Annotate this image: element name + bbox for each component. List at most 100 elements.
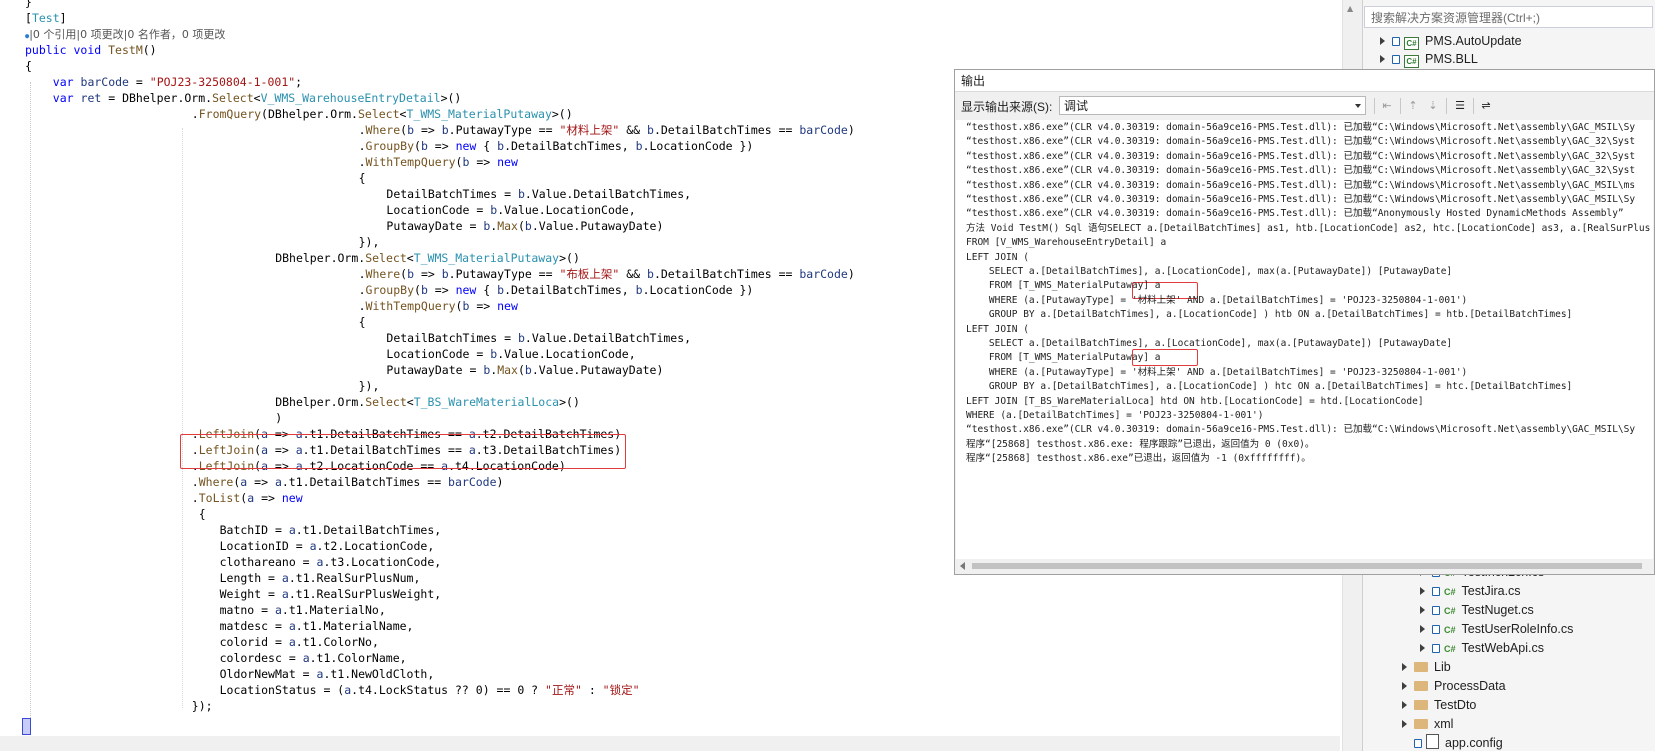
- code-line: colordesc = a.t1.ColorName,: [220, 650, 407, 666]
- code-token: <: [253, 91, 261, 105]
- output-line: WHERE (a.[PutawayType] = '材料上架' AND a.[D…: [966, 294, 1468, 306]
- solution-tree-item[interactable]: app.config: [1402, 734, 1503, 753]
- clear-all-icon[interactable]: ☰: [1452, 98, 1468, 114]
- code-token: T_BS_WareMaterialLoca: [413, 395, 560, 409]
- code-token: b: [524, 219, 532, 233]
- code-token: OldorNewMat =: [219, 667, 317, 681]
- editor-horizontal-scrollbar[interactable]: [0, 736, 1340, 751]
- code-token: .: [191, 491, 199, 505]
- output-source-select[interactable]: 调试: [1059, 96, 1366, 115]
- code-token: <: [406, 395, 414, 409]
- code-token: .Value.PutawayDate): [531, 363, 664, 377]
- code-line: DetailBatchTimes = b.Value.DetailBatchTi…: [386, 186, 691, 202]
- code-token: =>: [427, 283, 456, 297]
- scroll-left-icon[interactable]: [960, 562, 965, 570]
- tree-item-label: Lib: [1434, 660, 1451, 674]
- tree-item-label: PMS.BLL: [1425, 52, 1478, 66]
- expand-chevron-icon[interactable]: [1402, 701, 1407, 709]
- csharp-project-icon: C#: [1404, 37, 1419, 50]
- solution-tree-item[interactable]: xml: [1402, 715, 1453, 734]
- code-token: });: [191, 699, 213, 713]
- expand-chevron-icon[interactable]: [1420, 587, 1425, 595]
- code-token: Select: [212, 91, 254, 105]
- code-token: (: [414, 283, 421, 297]
- output-line: “testhost.x86.exe”(CLR v4.0.30319: domai…: [966, 150, 1636, 162]
- code-line: LocationID = a.t2.LocationCode,: [220, 538, 435, 554]
- code-token: b: [441, 267, 449, 281]
- output-line: LEFT JOIN (: [966, 251, 1029, 263]
- expand-chevron-icon[interactable]: [1402, 663, 1407, 671]
- code-token: .Value.DetailBatchTimes,: [524, 187, 692, 201]
- solution-tree-item[interactable]: C# TestJira.cs: [1420, 582, 1521, 601]
- code-line: }),: [359, 378, 380, 394]
- code-line: BatchID = a.t1.DetailBatchTimes,: [220, 522, 442, 538]
- output-text-area[interactable]: “testhost.x86.exe”(CLR v4.0.30319: domai…: [956, 120, 1653, 560]
- code-token: var: [52, 75, 74, 89]
- expand-chevron-icon[interactable]: [1380, 37, 1385, 45]
- output-line: “testhost.x86.exe”(CLR v4.0.30319: domai…: [966, 208, 1624, 220]
- code-line: ●|0 个引用|0 项更改|0 名作者，0 项更改: [25, 26, 225, 42]
- code-token: PutawayDate =: [386, 219, 484, 233]
- solution-explorer-search-input[interactable]: 搜索解决方案资源管理器(Ctrl+;): [1364, 6, 1653, 28]
- code-token: barCode: [799, 123, 848, 137]
- code-token: new: [455, 139, 477, 153]
- code-token: .Value.DetailBatchTimes,: [524, 331, 692, 345]
- code-token: {: [358, 315, 366, 329]
- code-line: DBhelper.Orm.Select<T_WMS_MaterialPutawa…: [275, 250, 580, 266]
- code-token: .PutawayType ==: [448, 123, 560, 137]
- expand-chevron-icon[interactable]: [1420, 606, 1425, 614]
- toolbar-separator: [1400, 98, 1401, 114]
- code-line: var barCode = "POJ23-3250804-1-001";: [53, 74, 302, 90]
- solution-tree-item[interactable]: C# TestNuget.cs: [1420, 601, 1534, 620]
- output-line: WHERE (a.[DetailBatchTimes] = 'POJ23-325…: [966, 410, 1264, 421]
- toolbar-separator: [1473, 98, 1474, 114]
- code-token: Max: [497, 363, 518, 377]
- code-token: <: [406, 251, 414, 265]
- expand-chevron-icon[interactable]: [1380, 55, 1385, 63]
- expand-chevron-icon[interactable]: [1420, 625, 1425, 633]
- output-scroll-thumb[interactable]: [972, 563, 1642, 569]
- code-line: Length = a.t1.RealSurPlusNum,: [220, 570, 421, 586]
- lock-icon: [1432, 587, 1440, 596]
- solution-tree-item[interactable]: Lib: [1402, 658, 1451, 677]
- previous-message-icon[interactable]: ⇡: [1405, 98, 1421, 114]
- code-token: b: [647, 267, 654, 281]
- expand-chevron-icon[interactable]: [1402, 682, 1407, 690]
- code-token: b: [647, 123, 654, 137]
- solution-tree-item[interactable]: TestDto: [1402, 696, 1476, 715]
- solution-tree-item[interactable]: C# TestWebApi.cs: [1420, 639, 1544, 658]
- code-token: new: [455, 283, 477, 297]
- expand-chevron-icon[interactable]: [1420, 644, 1425, 652]
- lock-icon: [1392, 37, 1400, 46]
- code-token: >(): [440, 91, 462, 105]
- code-line: {: [359, 170, 366, 186]
- code-token: colorid =: [219, 635, 289, 649]
- toolbar-separator: [1446, 98, 1447, 114]
- solution-tree-item[interactable]: C# PMS.BLL: [1380, 50, 1478, 69]
- next-message-icon[interactable]: ⇣: [1425, 98, 1441, 114]
- scroll-up-icon[interactable]: ▲: [1347, 4, 1355, 13]
- word-wrap-icon[interactable]: ⇌: [1478, 98, 1494, 114]
- code-token: Select: [365, 395, 407, 409]
- expand-chevron-icon[interactable]: [1402, 720, 1407, 728]
- find-message-in-code-icon[interactable]: ⇤: [1379, 98, 1395, 114]
- code-token[interactable]: |0 个引用|0 项更改|0 名作者，0 项更改: [29, 28, 225, 41]
- code-token: LocationID =: [219, 539, 310, 553]
- code-line: .Where(b => b.PutawayType == "布板上架" && b…: [359, 266, 855, 282]
- solution-tree-item[interactable]: C# PMS.AutoUpdate: [1380, 32, 1522, 51]
- solution-tree-item[interactable]: C# TestUserRoleInfo.cs: [1420, 620, 1573, 639]
- code-token: =>: [254, 491, 282, 505]
- solution-tree-item[interactable]: ProcessData: [1402, 677, 1506, 696]
- code-token: new: [281, 491, 303, 505]
- code-token: b: [420, 139, 428, 153]
- output-horizontal-scrollbar[interactable]: [956, 559, 1653, 573]
- output-window-title[interactable]: 输出: [955, 70, 1654, 92]
- csharp-project-icon: C#: [1404, 55, 1419, 68]
- code-token: "POJ23-3250804-1-001": [149, 75, 296, 89]
- code-token: {: [358, 171, 366, 185]
- code-token: a: [309, 539, 317, 553]
- code-token: LocationCode =: [386, 347, 491, 361]
- code-line: DetailBatchTimes = b.Value.DetailBatchTi…: [386, 330, 691, 346]
- output-line: GROUP BY a.[DetailBatchTimes], a.[Locati…: [966, 309, 1573, 321]
